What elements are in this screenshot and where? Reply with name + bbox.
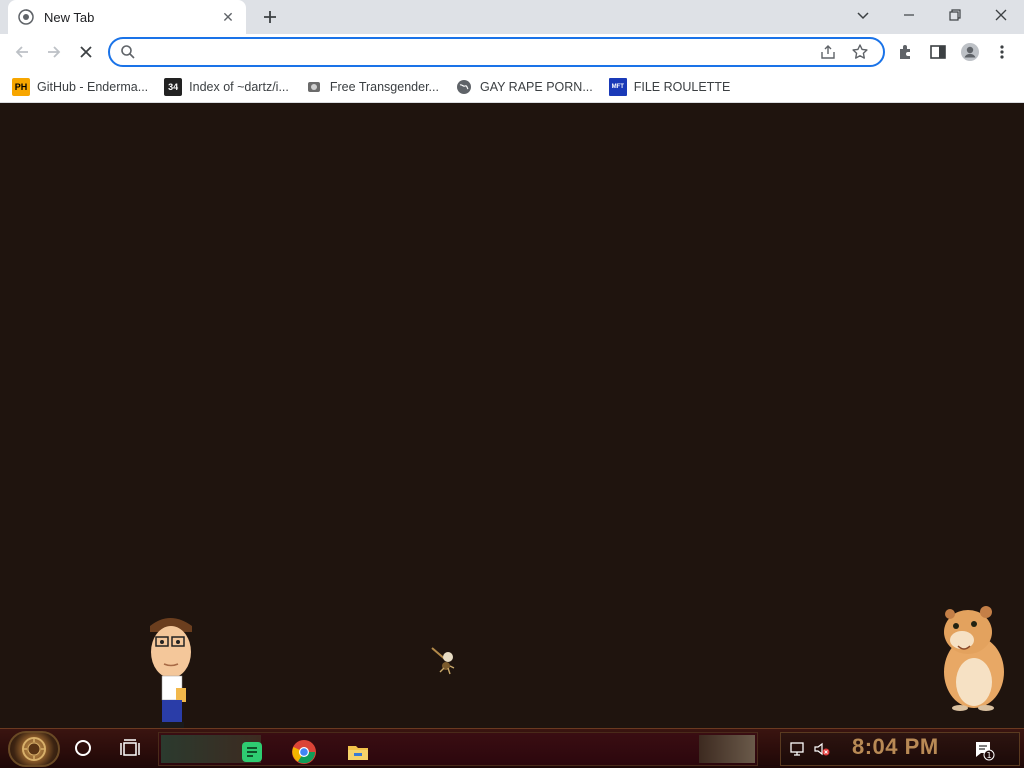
menu-kebab-icon[interactable] — [990, 40, 1014, 64]
bookmarks-bar: PH GitHub - Enderma... 34 Index of ~dart… — [0, 71, 1024, 103]
spinning-top-sprite — [431, 647, 455, 675]
search-icon — [120, 44, 136, 60]
share-icon[interactable] — [819, 43, 837, 61]
restore-button[interactable] — [932, 0, 978, 30]
notifications-icon[interactable]: 1 — [973, 739, 995, 766]
svg-text:1: 1 — [986, 751, 991, 760]
volume-muted-icon[interactable] — [813, 741, 831, 762]
taskbar-clock[interactable]: 8:04 PM — [852, 734, 939, 760]
new-tab-button[interactable] — [258, 5, 282, 29]
file-explorer-icon[interactable] — [345, 739, 371, 765]
mft-logo-icon: MFT — [608, 77, 627, 96]
steampunk-start-orb-icon — [22, 737, 46, 761]
omnibox-input[interactable] — [144, 41, 819, 63]
ph-logo-icon: PH — [12, 77, 30, 96]
tab-new-tab[interactable]: New Tab ✕ — [8, 0, 246, 34]
forward-button[interactable] — [40, 38, 68, 66]
34-logo-icon: 34 — [164, 77, 183, 96]
tab-close-icon[interactable]: ✕ — [220, 9, 236, 25]
tab-title: New Tab — [44, 9, 95, 25]
chrome-taskbar-icon[interactable] — [291, 739, 317, 765]
bookmark-github[interactable]: PH GitHub - Enderma... — [12, 74, 148, 100]
bookmark-file-roulette[interactable]: MFT FILE ROULETTE — [608, 74, 730, 100]
chrome-favicon-icon — [18, 9, 34, 25]
bookmark-free-transgender[interactable]: Free Transgender... — [305, 74, 439, 100]
tab-search-button[interactable] — [840, 0, 886, 30]
bookmark-index-of[interactable]: 34 Index of ~dartz/i... — [164, 74, 289, 100]
address-bar[interactable] — [108, 37, 885, 67]
bookmark-gay-rape-porn[interactable]: GAY RAPE PORN... — [455, 74, 593, 100]
browser-toolbar — [0, 34, 1024, 71]
task-view-icon[interactable] — [119, 738, 141, 760]
globe-icon — [455, 78, 473, 96]
taskbar-app-area — [158, 732, 758, 766]
page-content — [0, 104, 1024, 728]
profile-avatar-icon[interactable] — [958, 40, 982, 64]
network-icon[interactable] — [789, 741, 807, 762]
start-button[interactable] — [8, 731, 60, 767]
minimize-button[interactable] — [886, 0, 932, 30]
notes-app-icon[interactable] — [239, 739, 265, 765]
close-window-button[interactable] — [978, 0, 1024, 30]
cartoon-man-sprite — [150, 618, 192, 728]
stop-loading-button[interactable] — [72, 38, 100, 66]
tab-strip: New Tab ✕ — [0, 0, 1024, 34]
taskbar-panel-right — [699, 735, 755, 763]
cortana-search-icon[interactable] — [72, 737, 94, 759]
extensions-puzzle-icon[interactable] — [894, 40, 918, 64]
back-button[interactable] — [8, 38, 36, 66]
bookmark-star-icon[interactable] — [851, 43, 869, 61]
hamster-sprite — [944, 606, 1004, 711]
side-panel-icon[interactable] — [926, 40, 950, 64]
site-favicon-icon — [305, 78, 323, 96]
